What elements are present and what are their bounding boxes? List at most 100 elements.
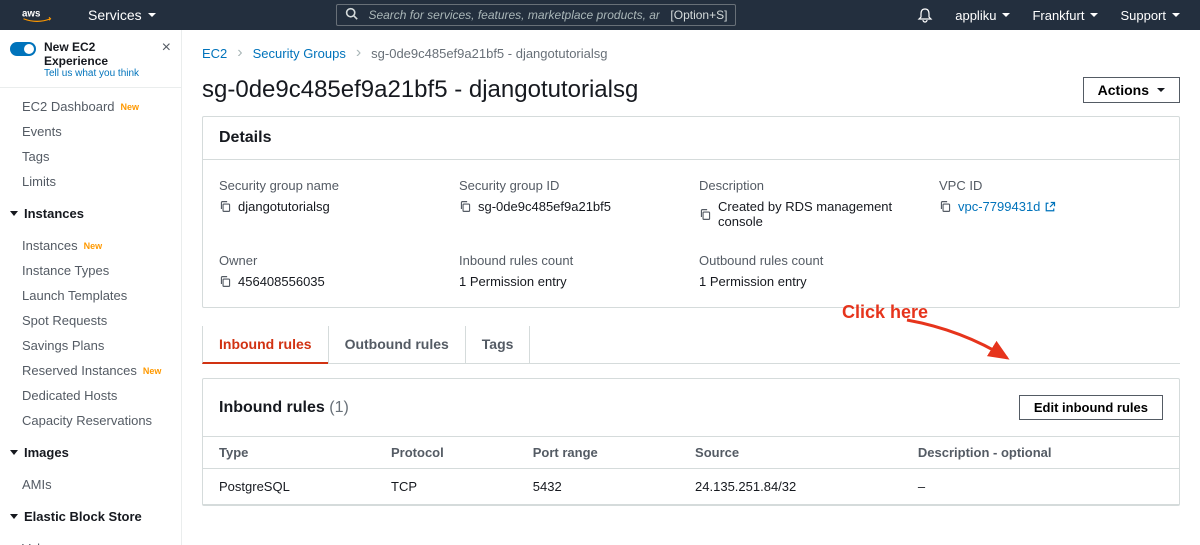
new-badge: New bbox=[84, 241, 103, 251]
detail-value: Created by RDS management console bbox=[718, 199, 923, 229]
svg-text:aws: aws bbox=[22, 9, 41, 20]
breadcrumb-security-groups[interactable]: Security Groups bbox=[253, 46, 346, 61]
col-source: Source bbox=[679, 437, 902, 469]
detail-label: VPC ID bbox=[939, 178, 1163, 193]
copy-icon[interactable] bbox=[219, 275, 232, 288]
copy-icon[interactable] bbox=[699, 208, 712, 221]
sidebar-item[interactable]: Launch Templates bbox=[0, 283, 181, 308]
edit-inbound-rules-button[interactable]: Edit inbound rules bbox=[1019, 395, 1163, 420]
account-label: appliku bbox=[955, 8, 996, 23]
detail-field-name: Security group name djangotutorialsg bbox=[219, 178, 443, 229]
sidebar-section-ebs[interactable]: Elastic Block Store bbox=[0, 503, 181, 530]
col-protocol: Protocol bbox=[375, 437, 517, 469]
new-exp-title: New EC2 Experience bbox=[44, 40, 154, 68]
sidebar-item-label: Launch Templates bbox=[22, 288, 127, 303]
search-input[interactable] bbox=[368, 8, 660, 22]
chevron-right-icon: › bbox=[237, 44, 242, 62]
sidebar-item[interactable]: Dedicated Hosts bbox=[0, 383, 181, 408]
sidebar-item[interactable]: Instances New bbox=[0, 233, 181, 258]
tab-tags[interactable]: Tags bbox=[465, 326, 531, 363]
cell-protocol: TCP bbox=[375, 469, 517, 505]
experience-toggle[interactable] bbox=[10, 42, 36, 56]
caret-down-icon bbox=[1002, 13, 1010, 17]
region-label: Frankfurt bbox=[1032, 8, 1084, 23]
support-label: Support bbox=[1120, 8, 1166, 23]
new-badge: New bbox=[143, 366, 162, 376]
sidebar-section-instances[interactable]: Instances bbox=[0, 200, 181, 227]
sidebar-item-label: Spot Requests bbox=[22, 313, 107, 328]
sidebar-item-label: AMIs bbox=[22, 477, 52, 492]
sidebar-item[interactable]: Limits bbox=[0, 169, 181, 194]
copy-icon[interactable] bbox=[219, 200, 232, 213]
external-link-icon bbox=[1044, 201, 1056, 213]
notifications-button[interactable] bbox=[917, 7, 933, 23]
sidebar-item-label: Volumes bbox=[22, 541, 72, 545]
page-title: sg-0de9c485ef9a21bf5 - djangotutorialsg bbox=[202, 76, 638, 104]
vpc-link[interactable]: vpc-7799431d bbox=[958, 199, 1056, 214]
breadcrumb-ec2[interactable]: EC2 bbox=[202, 46, 227, 61]
sidebar-item-label: Capacity Reservations bbox=[22, 413, 152, 428]
cell-port: 5432 bbox=[517, 469, 679, 505]
breadcrumb: EC2 › Security Groups › sg-0de9c485ef9a2… bbox=[202, 44, 1180, 62]
copy-icon[interactable] bbox=[459, 200, 472, 213]
feedback-link[interactable]: Tell us what you think bbox=[44, 68, 154, 79]
new-experience-banner: New EC2 Experience Tell us what you thin… bbox=[0, 30, 181, 88]
sidebar-item-label: EC2 Dashboard bbox=[22, 99, 115, 114]
detail-field-inbound-count: Inbound rules count 1 Permission entry bbox=[459, 253, 683, 289]
search-icon bbox=[345, 7, 358, 23]
sidebar-item[interactable]: Spot Requests bbox=[0, 308, 181, 333]
top-nav: aws Services [Option+S] appliku Frankfur… bbox=[0, 0, 1200, 30]
cell-source: 24.135.251.84/32 bbox=[679, 469, 902, 505]
detail-label: Security group ID bbox=[459, 178, 683, 193]
services-menu[interactable]: Services bbox=[88, 7, 156, 23]
support-menu[interactable]: Support bbox=[1120, 8, 1180, 23]
rules-count: (1) bbox=[329, 399, 349, 416]
sidebar-item[interactable]: Capacity Reservations bbox=[0, 408, 181, 433]
aws-logo[interactable]: aws bbox=[20, 6, 54, 24]
tab-inbound-rules[interactable]: Inbound rules bbox=[202, 326, 328, 364]
sidebar-item-label: Reserved Instances bbox=[22, 363, 137, 378]
actions-label: Actions bbox=[1098, 82, 1149, 98]
chevron-right-icon: › bbox=[356, 44, 361, 62]
sidebar-item-label: Dedicated Hosts bbox=[22, 388, 117, 403]
actions-button[interactable]: Actions bbox=[1083, 77, 1180, 103]
caret-down-icon bbox=[1172, 13, 1180, 17]
account-menu[interactable]: appliku bbox=[955, 8, 1010, 23]
table-row: PostgreSQLTCP543224.135.251.84/32– bbox=[203, 469, 1179, 505]
detail-field-description: Description Created by RDS management co… bbox=[699, 178, 923, 229]
tab-outbound-rules[interactable]: Outbound rules bbox=[328, 326, 465, 363]
sidebar-item-label: Instances bbox=[22, 238, 78, 253]
global-search[interactable]: [Option+S] bbox=[336, 4, 736, 26]
inbound-rules-table: Type Protocol Port range Source Descript… bbox=[203, 436, 1179, 505]
copy-icon[interactable] bbox=[939, 200, 952, 213]
col-description: Description - optional bbox=[902, 437, 1179, 469]
sidebar-item[interactable]: Instance Types bbox=[0, 258, 181, 283]
sidebar-item[interactable]: Volumes bbox=[0, 536, 181, 545]
cell-type: PostgreSQL bbox=[203, 469, 375, 505]
detail-label: Owner bbox=[219, 253, 443, 268]
detail-label: Outbound rules count bbox=[699, 253, 923, 268]
details-header: Details bbox=[203, 117, 1179, 160]
vpc-value: vpc-7799431d bbox=[958, 199, 1040, 214]
new-badge: New bbox=[121, 102, 140, 112]
chevron-down-icon bbox=[10, 514, 18, 519]
inbound-rules-panel: Inbound rules (1) Edit inbound rules Typ… bbox=[202, 378, 1180, 506]
main-content: EC2 › Security Groups › sg-0de9c485ef9a2… bbox=[182, 30, 1200, 545]
section-label: Images bbox=[24, 445, 69, 460]
close-icon[interactable]: × bbox=[162, 40, 171, 56]
sidebar-item[interactable]: Reserved Instances New bbox=[0, 358, 181, 383]
section-label: Instances bbox=[24, 206, 84, 221]
region-menu[interactable]: Frankfurt bbox=[1032, 8, 1098, 23]
sidebar-item[interactable]: Tags bbox=[0, 144, 181, 169]
sidebar-section-images[interactable]: Images bbox=[0, 439, 181, 466]
chevron-down-icon bbox=[10, 450, 18, 455]
cell-desc: – bbox=[902, 469, 1179, 505]
sidebar-item[interactable]: Events bbox=[0, 119, 181, 144]
chevron-down-icon bbox=[10, 211, 18, 216]
sidebar-item[interactable]: AMIs bbox=[0, 472, 181, 497]
sidebar-item[interactable]: Savings Plans bbox=[0, 333, 181, 358]
sidebar-item-label: Instance Types bbox=[22, 263, 109, 278]
sidebar-item[interactable]: EC2 Dashboard New bbox=[0, 94, 181, 119]
breadcrumb-current: sg-0de9c485ef9a21bf5 - djangotutorialsg bbox=[371, 46, 607, 61]
detail-value: 456408556035 bbox=[238, 274, 325, 289]
